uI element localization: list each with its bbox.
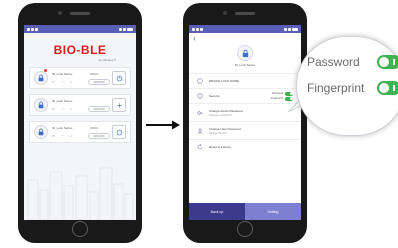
unlock-button[interactable] — [112, 98, 126, 112]
menu-item-label: Change Admin Password — [209, 108, 243, 113]
wifi-status-icon: ◠ — [62, 80, 65, 84]
lock-icon — [34, 125, 48, 139]
battery-status-icon: ▭ — [52, 107, 55, 111]
callout-password-label: Password — [307, 55, 360, 69]
setting-button[interactable]: Setting — [245, 203, 301, 220]
device-name: ID_Lock Series — [52, 72, 73, 76]
check-icon: ✓ — [70, 107, 73, 111]
home-button[interactable] — [237, 221, 253, 237]
city-skyline-illustration — [27, 167, 134, 220]
settings-menu: DEVICE LOCK NAME Security Password Finge… — [189, 73, 301, 154]
unlock-button[interactable] — [112, 71, 126, 85]
arrow-right-icon — [146, 120, 180, 130]
menu-item-label: DEVICE LOCK NAME — [209, 79, 239, 83]
reset-icon — [197, 144, 203, 150]
wifi-status-icon: ◠ — [62, 107, 65, 111]
zoom-callout: Password Fingerprint — [296, 36, 398, 136]
fingerprint-label: Fingerprint — [271, 97, 283, 100]
alert-dot — [44, 69, 47, 72]
menu-item-label: Security — [209, 94, 220, 98]
menu-item-security[interactable]: Security Password Fingerprint — [189, 88, 301, 103]
device-card[interactable]: ID_Lock Series 00001 ▭ ◠ ✓ 000:000 — [29, 121, 131, 143]
lock-icon — [34, 71, 48, 85]
device-name: ID_Lock Series — [234, 63, 256, 67]
key-icon — [197, 110, 203, 116]
menu-item-subtitle: Change to 1000 PIN — [209, 113, 232, 117]
menu-item-change-admin-password[interactable]: Change Admin Password Change to 1000 PIN — [189, 103, 301, 121]
battery-icon — [284, 27, 298, 31]
wifi-status-icon: ◠ — [62, 134, 65, 138]
signal-icon — [27, 27, 38, 31]
brand-logo: BIO-BLE — [53, 43, 107, 57]
device-pill[interactable]: 000:000 — [88, 106, 110, 112]
top-bar: ‹ — [189, 33, 301, 43]
callout-fingerprint-toggle[interactable] — [377, 81, 398, 95]
phone-device-list: BIO-BLE by Ultraloq ® ID_Lock Series 000… — [18, 3, 142, 243]
device-name: ID_Lock Series — [52, 126, 73, 130]
shield-icon — [197, 93, 203, 99]
device-value: 00001 — [90, 72, 99, 76]
lock-icon — [34, 98, 48, 112]
menu-item-change-user-password[interactable]: Change User Password Change the PIN — [189, 121, 301, 139]
status-bar — [189, 25, 301, 33]
menu-item-label: Reset to Factory — [209, 145, 232, 149]
signal-icon — [192, 27, 203, 31]
device-pill[interactable]: 000:000 — [88, 79, 110, 85]
lock-icon — [237, 45, 253, 61]
callout-fingerprint-row: Fingerprint — [307, 81, 398, 95]
brand-subtitle: by Ultraloq ® — [98, 58, 116, 62]
check-icon: ✓ — [70, 80, 73, 84]
battery-icon — [119, 27, 133, 31]
menu-item-reset-to-factory[interactable]: Reset to Factory — [189, 139, 301, 154]
battery-status-icon: ▭ — [52, 80, 55, 84]
device-pill[interactable]: 000:000 — [88, 133, 110, 139]
device-settings-screen: ‹ ID_Lock Series DEVICE LOCK NAME Securi… — [189, 25, 301, 220]
unlock-button[interactable] — [112, 125, 126, 139]
callout-fingerprint-label: Fingerprint — [307, 81, 365, 95]
password-label: Password — [272, 92, 283, 95]
status-bar — [24, 25, 136, 33]
device-card[interactable]: ID_Lock Series 00001 ▭ ◠ ✓ 000:000 — [29, 67, 131, 89]
device-card[interactable]: ID_Lock Series ▭ ◠ ✓ 000:000 — [29, 94, 131, 116]
back-arrow-icon[interactable]: ‹ — [193, 33, 196, 43]
speaker-grille — [70, 12, 90, 15]
speaker-grille — [235, 12, 255, 15]
phone-device-settings: ‹ ID_Lock Series DEVICE LOCK NAME Securi… — [183, 3, 307, 243]
menu-item-label: Change User Password — [209, 126, 241, 131]
device-value: 00001 — [90, 126, 99, 130]
device-list-screen: BIO-BLE by Ultraloq ® ID_Lock Series 000… — [24, 25, 136, 220]
device-name: ID_Lock Series — [52, 99, 73, 103]
tag-icon — [197, 78, 203, 84]
callout-password-row: Password — [307, 55, 398, 69]
bottom-bar: Back up Setting — [189, 203, 301, 220]
camera-icon — [58, 11, 62, 15]
menu-item-subtitle: Change the PIN — [209, 131, 227, 135]
user-icon — [197, 127, 203, 134]
callout-password-toggle[interactable] — [377, 55, 398, 69]
battery-status-icon: ▭ — [52, 134, 55, 138]
home-button[interactable] — [72, 221, 88, 237]
menu-item-device-lock-name[interactable]: DEVICE LOCK NAME — [189, 73, 301, 88]
check-icon: ✓ — [70, 134, 73, 138]
backup-button[interactable]: Back up — [189, 203, 245, 220]
camera-icon — [223, 11, 227, 15]
